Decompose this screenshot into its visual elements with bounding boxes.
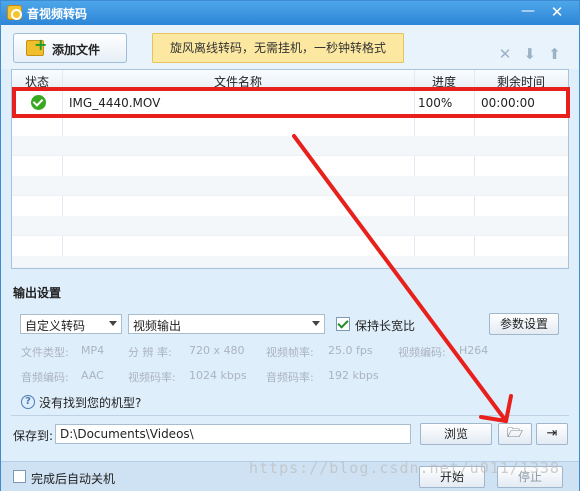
annotation-arrow <box>292 134 513 423</box>
converter-window: 音视频转码 — ✕ 添加文件 旋风离线转码，无需挂机，一秒钟转格式 ✕ ⬇ ⬆ … <box>0 0 580 491</box>
